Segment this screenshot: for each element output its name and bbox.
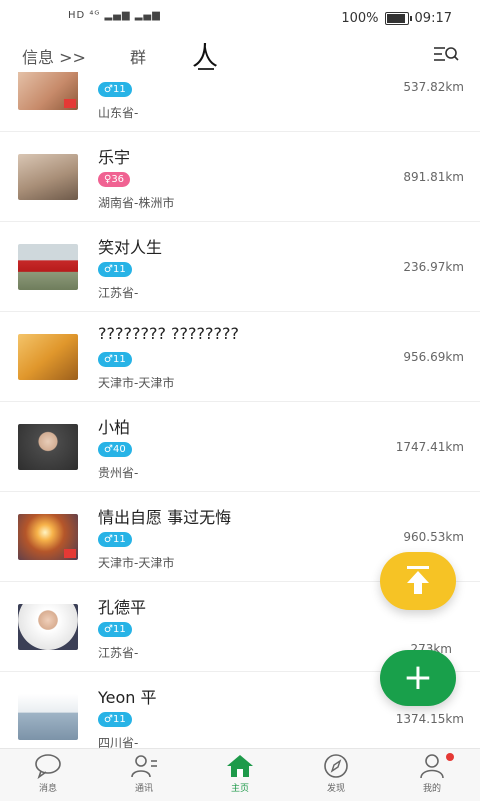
contacts-icon bbox=[131, 755, 157, 778]
user-location: 江苏省- bbox=[98, 286, 139, 300]
active-tab-indicator bbox=[198, 68, 214, 70]
battery-percent: 100% bbox=[341, 11, 379, 26]
chat-bubble-icon bbox=[35, 754, 61, 779]
compass-icon bbox=[324, 754, 348, 778]
avatar bbox=[18, 154, 78, 200]
user-distance: 960.53km bbox=[403, 530, 464, 544]
avatar bbox=[18, 334, 78, 380]
list-item[interactable]: 小柏 ♂40 贵州省- 1747.41km bbox=[0, 402, 480, 492]
user-location: 四川省- bbox=[98, 736, 139, 748]
user-location: 山东省- bbox=[98, 106, 139, 120]
nav-discover[interactable]: 发现 bbox=[304, 753, 368, 799]
home-icon bbox=[227, 755, 253, 777]
user-distance: 1747.41km bbox=[395, 440, 464, 454]
user-distance: 1374.15km bbox=[395, 712, 464, 726]
user-name: 乐宇 bbox=[98, 148, 131, 167]
user-location: 天津市-天津市 bbox=[98, 376, 175, 390]
gender-age-badge: ♂11 bbox=[98, 82, 132, 97]
filter-search-icon[interactable] bbox=[432, 44, 460, 64]
nav-label: 我的 bbox=[422, 784, 441, 794]
clock: 09:17 bbox=[414, 11, 452, 26]
nav-messages[interactable]: 消息 bbox=[16, 753, 80, 799]
list-item[interactable]: ♂11 山东省- 537.82km bbox=[0, 72, 480, 132]
list-item[interactable]: 乐宇 ♀36 湖南省-株洲市 891.81km bbox=[0, 132, 480, 222]
plus-icon: + bbox=[402, 657, 434, 698]
user-location: 江苏省- bbox=[98, 646, 139, 660]
user-name: ???????? ???????? bbox=[98, 324, 239, 343]
gender-age-badge: ♂11 bbox=[98, 622, 132, 637]
user-distance: 236.97km bbox=[403, 260, 464, 274]
user-name: 笑对人生 bbox=[98, 238, 163, 257]
status-right: 100% 09:17 bbox=[341, 11, 452, 26]
user-name: 孔德平 bbox=[98, 598, 147, 617]
nav-label: 通讯 bbox=[134, 784, 153, 794]
notification-dot bbox=[446, 753, 454, 761]
bottom-nav: 消息 通讯 主页 发现 我的 bbox=[0, 748, 480, 801]
scroll-to-top-button[interactable] bbox=[380, 552, 456, 610]
nav-label: 发现 bbox=[326, 784, 345, 794]
user-location: 天津市-天津市 bbox=[98, 556, 175, 570]
user-location: 贵州省- bbox=[98, 466, 139, 480]
list-item[interactable]: 笑对人生 ♂11 江苏省- 236.97km bbox=[0, 222, 480, 312]
nav-home[interactable]: 主页 bbox=[208, 753, 272, 799]
profile-icon bbox=[420, 754, 444, 779]
top-tabs: 信息 >> 群 人 bbox=[0, 36, 480, 72]
gender-age-badge: ♂11 bbox=[98, 262, 132, 277]
user-name: 情出自愿 事过无悔 bbox=[98, 508, 232, 527]
gender-age-badge: ♂11 bbox=[98, 532, 132, 547]
user-distance: 956.69km bbox=[403, 350, 464, 364]
battery-icon bbox=[384, 12, 412, 25]
status-bar: HD ⁴ᴳ ▂▄▆ ▂▄▆ 100% 09:17 bbox=[0, 0, 480, 36]
nav-contacts[interactable]: 通讯 bbox=[112, 753, 176, 799]
user-location: 湖南省-株洲市 bbox=[98, 196, 175, 210]
signal-indicators: HD ⁴ᴳ ▂▄▆ ▂▄▆ bbox=[68, 10, 161, 21]
tab-messages[interactable]: 信息 >> bbox=[22, 44, 86, 68]
avatar bbox=[18, 424, 78, 470]
avatar bbox=[18, 514, 78, 560]
user-name: 小柏 bbox=[98, 418, 131, 437]
gender-age-badge: ♂11 bbox=[98, 712, 132, 727]
flag-icon bbox=[64, 99, 76, 108]
avatar bbox=[18, 72, 78, 110]
nav-label: 主页 bbox=[230, 784, 249, 794]
user-distance: 891.81km bbox=[403, 170, 464, 184]
user-name: Yeon 平 bbox=[98, 688, 157, 707]
avatar bbox=[18, 694, 78, 740]
avatar bbox=[18, 604, 78, 650]
nav-label: 消息 bbox=[38, 784, 57, 794]
gender-age-badge: ♂40 bbox=[98, 442, 132, 457]
arrow-up-icon bbox=[407, 566, 429, 594]
gender-age-badge: ♂11 bbox=[98, 352, 132, 367]
avatar bbox=[18, 244, 78, 290]
nav-me[interactable]: 我的 bbox=[400, 753, 464, 799]
nearby-user-list: ♂11 山东省- 537.82km 乐宇 ♀36 湖南省-株洲市 891.81k… bbox=[0, 72, 480, 748]
gender-age-badge: ♀36 bbox=[98, 172, 131, 187]
add-button[interactable]: + bbox=[380, 650, 456, 706]
list-item[interactable]: ???????? ???????? ♂11 天津市-天津市 956.69km bbox=[0, 312, 480, 402]
flag-icon bbox=[64, 549, 76, 558]
tab-group[interactable]: 群 bbox=[130, 44, 146, 68]
user-distance: 537.82km bbox=[403, 80, 464, 94]
